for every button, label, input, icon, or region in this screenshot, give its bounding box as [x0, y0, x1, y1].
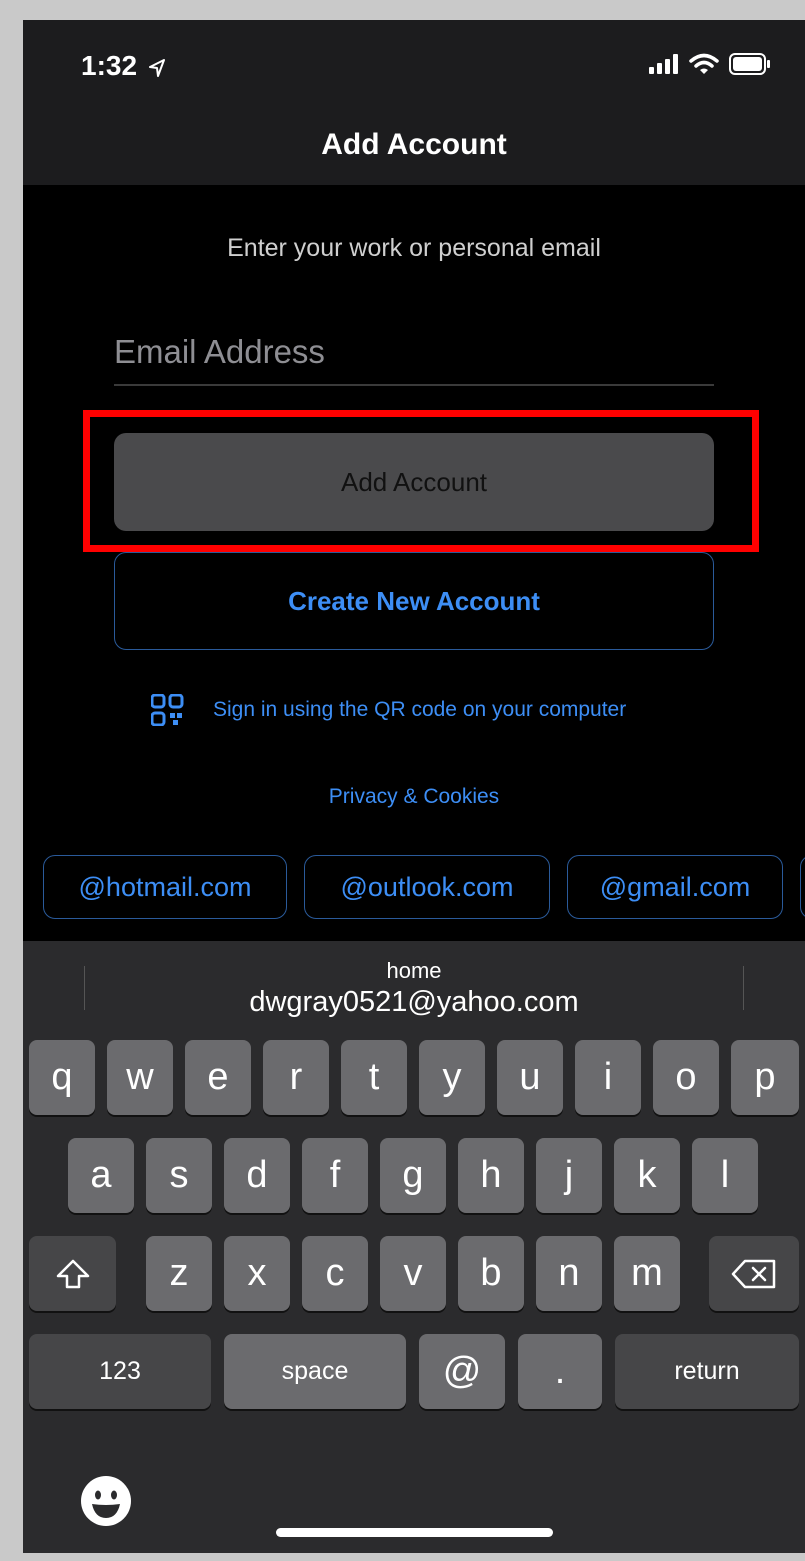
suggestion-value: dwgray0521@yahoo.com: [249, 986, 579, 1018]
qr-code-icon: [151, 694, 184, 726]
status-icons: [649, 53, 771, 75]
add-account-button[interactable]: Add Account: [114, 433, 714, 531]
status-time: 1:32: [81, 50, 165, 82]
key-l[interactable]: l: [692, 1138, 758, 1213]
page-title: Add Account: [321, 128, 507, 161]
delete-key[interactable]: [709, 1236, 799, 1311]
key-w[interactable]: w: [107, 1040, 173, 1115]
privacy-link[interactable]: Privacy & Cookies: [23, 785, 805, 809]
key-g[interactable]: g: [380, 1138, 446, 1213]
key-e[interactable]: e: [185, 1040, 251, 1115]
email-instructions: Enter your work or personal email: [227, 234, 601, 262]
battery-icon: [729, 53, 770, 75]
chip-outlook-label: @outlook.com: [340, 871, 514, 902]
return-key[interactable]: return: [615, 1334, 799, 1409]
at-key[interactable]: @: [419, 1334, 505, 1409]
suggestion-divider: [743, 966, 744, 1010]
key-q[interactable]: q: [29, 1040, 95, 1115]
emoji-icon[interactable]: [79, 1474, 133, 1528]
home-indicator: [276, 1528, 553, 1537]
key-b[interactable]: b: [458, 1236, 524, 1311]
shift-icon: [56, 1259, 89, 1288]
key-u[interactable]: u: [497, 1040, 563, 1115]
location-arrow-icon: [148, 58, 165, 77]
autofill-suggestion[interactable]: home dwgray0521@yahoo.com: [23, 941, 805, 1031]
status-time-text: 1:32: [81, 50, 138, 81]
shift-key[interactable]: [29, 1236, 116, 1311]
signal-icon: [649, 54, 678, 74]
chip-hotmail[interactable]: @hotmail.com: [43, 855, 287, 919]
key-v[interactable]: v: [380, 1236, 446, 1311]
key-x[interactable]: x: [224, 1236, 290, 1311]
key-n[interactable]: n: [536, 1236, 602, 1311]
key-i[interactable]: i: [575, 1040, 641, 1115]
qr-signin-link[interactable]: Sign in using the QR code on your comput…: [151, 694, 626, 726]
space-key[interactable]: space: [224, 1334, 406, 1409]
delete-icon: [731, 1259, 776, 1288]
key-r[interactable]: r: [263, 1040, 329, 1115]
chip-gmail[interactable]: @gmail.com: [567, 855, 783, 919]
key-d[interactable]: d: [224, 1138, 290, 1213]
chip-gmail-label: @gmail.com: [599, 871, 751, 902]
key-o[interactable]: o: [653, 1040, 719, 1115]
create-account-button[interactable]: Create New Account: [114, 552, 714, 650]
navigation-bar: 1:32 Add Account: [23, 20, 805, 185]
email-field[interactable]: [114, 320, 714, 386]
qr-signin-label: Sign in using the QR code on your comput…: [213, 698, 627, 721]
key-t[interactable]: t: [341, 1040, 407, 1115]
suggestion-label: home: [386, 958, 442, 983]
key-k[interactable]: k: [614, 1138, 680, 1213]
create-account-label: Create New Account: [288, 585, 540, 616]
chip-outlook[interactable]: @outlook.com: [304, 855, 550, 919]
chip-more[interactable]: [800, 855, 805, 919]
key-c[interactable]: c: [302, 1236, 368, 1311]
dot-key[interactable]: .: [518, 1334, 602, 1409]
key-f[interactable]: f: [302, 1138, 368, 1213]
add-account-label: Add Account: [341, 466, 487, 497]
key-s[interactable]: s: [146, 1138, 212, 1213]
key-m[interactable]: m: [614, 1236, 680, 1311]
phone-screen: 1:32 Add Account Enter your work or pers…: [23, 20, 805, 1553]
key-h[interactable]: h: [458, 1138, 524, 1213]
key-j[interactable]: j: [536, 1138, 602, 1213]
suggestion-divider: [84, 966, 85, 1010]
key-y[interactable]: y: [419, 1040, 485, 1115]
chip-hotmail-label: @hotmail.com: [78, 871, 252, 902]
key-a[interactable]: a: [68, 1138, 134, 1213]
wifi-icon: [689, 53, 719, 74]
domain-chips: @hotmail.com @outlook.com @gmail.com: [43, 855, 805, 923]
numbers-key[interactable]: 123: [29, 1334, 211, 1409]
key-p[interactable]: p: [731, 1040, 799, 1115]
keyboard: home dwgray0521@yahoo.com q w e r t y u …: [23, 941, 805, 1553]
key-z[interactable]: z: [146, 1236, 212, 1311]
